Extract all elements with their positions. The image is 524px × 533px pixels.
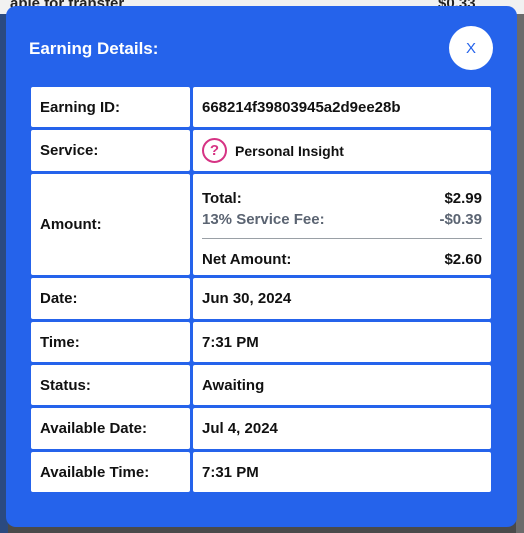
question-circle-icon: ?: [202, 138, 227, 163]
row-available-date: Available Date: Jul 4, 2024: [31, 408, 491, 449]
available-date-value: Jul 4, 2024: [193, 408, 491, 449]
net-amount-value: $2.60: [444, 250, 482, 268]
time-value: 7:31 PM: [193, 322, 491, 362]
service-fee-label: 13% Service Fee:: [202, 210, 325, 228]
earning-details-modal: Earning Details: X Earning ID: 668214f39…: [6, 6, 517, 527]
date-value: Jun 30, 2024: [193, 278, 491, 319]
amount-cell: Total: $2.99 13% Service Fee: -$0.39 Net…: [193, 174, 491, 275]
background-right-edge: [516, 14, 524, 533]
row-earning-id: Earning ID: 668214f39803945a2d9ee28b: [31, 87, 491, 127]
status-badge: Awaiting: [193, 365, 491, 405]
service-cell: ? Personal Insight: [193, 130, 491, 171]
available-time-label: Available Time:: [31, 452, 190, 492]
row-service: Service: ? Personal Insight: [31, 130, 491, 171]
total-value: $2.99: [444, 189, 482, 207]
available-date-label: Available Date:: [31, 408, 190, 449]
row-amount: Amount: Total: $2.99 13% Service Fee: -$…: [31, 174, 491, 275]
available-time-value: 7:31 PM: [193, 452, 491, 492]
modal-title: Earning Details:: [29, 39, 159, 58]
earning-id-value: 668214f39803945a2d9ee28b: [193, 87, 491, 127]
amount-divider: [202, 237, 482, 239]
service-label: Service:: [31, 130, 190, 171]
row-status: Status: Awaiting: [31, 365, 491, 405]
earning-id-label: Earning ID:: [31, 87, 190, 127]
time-label: Time:: [31, 322, 190, 362]
amount-label: Amount:: [31, 174, 190, 275]
net-amount-label: Net Amount:: [202, 250, 292, 268]
total-label: Total:: [202, 189, 242, 207]
close-button[interactable]: X: [449, 26, 493, 70]
row-date: Date: Jun 30, 2024: [31, 278, 491, 319]
service-name: Personal Insight: [235, 142, 344, 159]
service-fee-value: -$0.39: [439, 210, 482, 228]
date-label: Date:: [31, 278, 190, 319]
row-available-time: Available Time: 7:31 PM: [31, 452, 491, 492]
row-time: Time: 7:31 PM: [31, 322, 491, 362]
details-table: Earning ID: 668214f39803945a2d9ee28b Ser…: [28, 84, 494, 495]
status-label: Status:: [31, 365, 190, 405]
